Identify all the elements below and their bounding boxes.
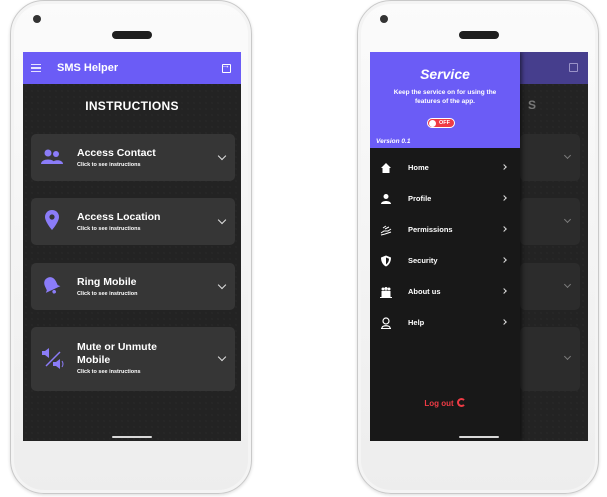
menu-item-help[interactable]: Help xyxy=(370,313,520,333)
card-dimmed xyxy=(520,327,580,391)
home-indicator[interactable] xyxy=(459,436,499,438)
person-icon xyxy=(381,194,391,204)
card-title-line-2: Mobile xyxy=(77,354,111,366)
chevron-right-icon xyxy=(501,226,507,232)
card-subtitle: Click to see instructions xyxy=(77,369,141,375)
page-title: INSTRUCTIONS xyxy=(85,99,179,113)
chevron-down-icon[interactable] xyxy=(217,352,227,362)
menu-label: About us xyxy=(408,287,441,296)
front-camera xyxy=(33,15,41,23)
chevron-right-icon xyxy=(501,195,507,201)
service-title: Service xyxy=(420,66,470,82)
card-mute-unmute[interactable]: Mute or Unmute Mobile Click to see instr… xyxy=(31,327,235,391)
chevron-right-icon xyxy=(501,257,507,263)
menu-label: Help xyxy=(408,318,425,327)
menu-item-permissions[interactable]: Permissions xyxy=(370,220,520,240)
page-title-dimmed: S xyxy=(528,98,537,112)
menu-label: Permissions xyxy=(408,225,453,234)
location-pin-icon xyxy=(45,210,59,230)
front-camera xyxy=(380,15,388,23)
drawer-screen: S Service Keep the service on for using … xyxy=(370,52,588,441)
logout-label: Log out xyxy=(424,399,454,408)
exit-icon[interactable] xyxy=(221,60,231,73)
toggle-label: OFF xyxy=(439,120,450,126)
app-title: SMS Helper xyxy=(57,62,119,74)
card-title: Ring Mobile xyxy=(77,276,137,288)
drawer-header: Service Keep the service on for using th… xyxy=(370,52,520,148)
phone-frame-right: S Service Keep the service on for using … xyxy=(357,0,599,494)
navigation-drawer: Service Keep the service on for using th… xyxy=(370,52,520,441)
card-access-location[interactable]: Access Location Click to see instruction… xyxy=(31,198,235,245)
card-subtitle: Click to see instructions xyxy=(77,226,141,232)
hand-icon xyxy=(380,225,392,236)
toggle-knob xyxy=(429,119,436,127)
service-toggle[interactable]: OFF xyxy=(427,118,455,128)
service-description: Keep the service on for using the featur… xyxy=(393,89,497,105)
menu-label: Home xyxy=(408,163,429,172)
shield-icon xyxy=(381,255,391,267)
menu-item-about-us[interactable]: About us xyxy=(370,282,520,302)
chevron-right-icon xyxy=(501,319,507,325)
menu-label: Security xyxy=(408,256,438,265)
chevron-down-icon[interactable] xyxy=(217,215,227,225)
home-icon xyxy=(381,163,391,173)
chevron-down-icon[interactable] xyxy=(217,280,227,290)
card-ring-mobile[interactable]: Ring Mobile Click to see instruction xyxy=(31,263,235,310)
chevron-down-icon[interactable] xyxy=(217,151,227,161)
card-title: Access Contact xyxy=(77,147,156,159)
earpiece-speaker xyxy=(112,31,152,39)
card-access-contact[interactable]: Access Contact Click to see instructions xyxy=(31,134,235,181)
help-icon xyxy=(381,317,391,329)
card-subtitle: Click to see instruction xyxy=(77,291,138,297)
logout-button[interactable]: Log out xyxy=(370,398,520,408)
card-title-line-1: Mute or Unmute xyxy=(77,341,157,353)
card-title: Access Location xyxy=(77,211,161,223)
app-bar: SMS Helper xyxy=(23,52,241,84)
card-subtitle: Click to see instructions xyxy=(77,162,141,168)
card-dimmed xyxy=(520,263,580,310)
hamburger-menu-icon[interactable] xyxy=(31,63,41,73)
earpiece-speaker xyxy=(459,31,499,39)
phone-frame-left: SMS Helper INSTRUCTIONS Access Contact C… xyxy=(10,0,252,494)
volume-mute-icon xyxy=(42,348,64,369)
menu-item-security[interactable]: Security xyxy=(370,251,520,271)
bell-icon xyxy=(44,277,61,294)
chevron-right-icon xyxy=(501,288,507,294)
menu-label: Profile xyxy=(408,194,432,203)
home-indicator[interactable] xyxy=(112,436,152,438)
group-icon xyxy=(380,287,392,298)
menu-item-home[interactable]: Home xyxy=(370,158,520,178)
contacts-icon xyxy=(41,149,63,164)
menu-item-profile[interactable]: Profile xyxy=(370,189,520,209)
instructions-screen: SMS Helper INSTRUCTIONS Access Contact C… xyxy=(23,52,241,441)
logout-icon xyxy=(456,398,466,407)
card-dimmed xyxy=(520,134,580,181)
card-dimmed xyxy=(520,198,580,245)
version-label: Version 0.1 xyxy=(376,138,411,145)
chevron-right-icon xyxy=(501,164,507,170)
exit-icon xyxy=(569,63,578,72)
